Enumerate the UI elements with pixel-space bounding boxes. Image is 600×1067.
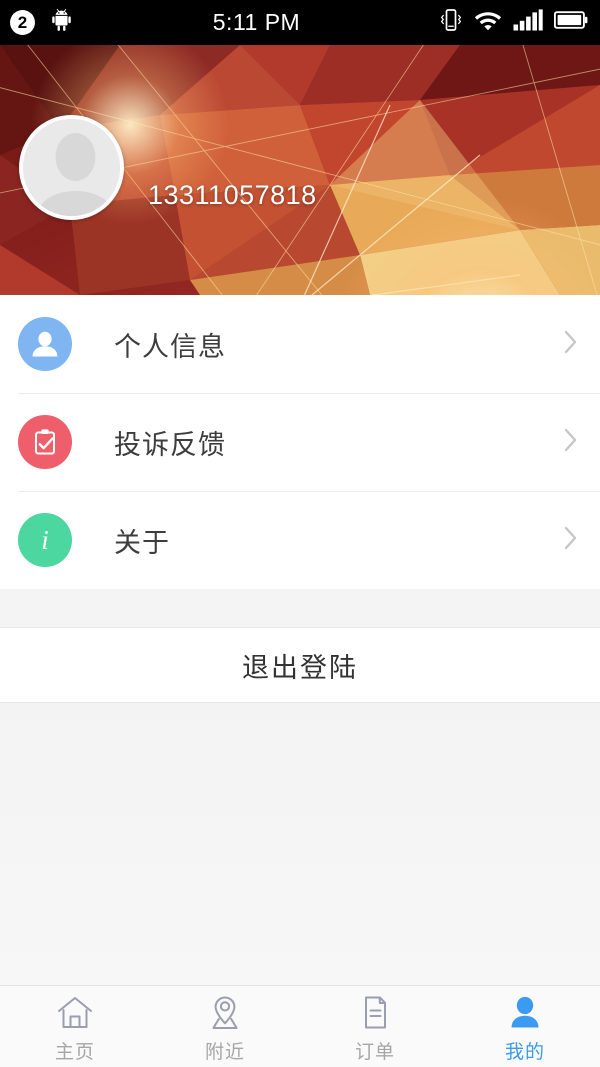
chevron-right-icon <box>560 521 582 560</box>
person-icon <box>18 317 72 371</box>
tab-mine[interactable]: 我的 <box>450 986 600 1067</box>
status-bar-right <box>439 7 600 38</box>
content-filler <box>0 704 600 985</box>
signal-icon <box>513 9 543 36</box>
settings-menu-list: 个人信息 投诉反馈 i 关于 <box>0 295 600 590</box>
phone-number: 13311057818 <box>148 180 317 210</box>
section-gap <box>0 589 600 627</box>
tab-home[interactable]: 主页 <box>0 986 150 1067</box>
info-icon: i <box>18 513 72 567</box>
status-bar-left: 2 <box>0 8 74 38</box>
clipboard-check-icon <box>18 415 72 469</box>
battery-icon <box>553 10 588 35</box>
location-pin-icon <box>212 996 238 1029</box>
profile-header: 13311057818 <box>0 45 600 295</box>
menu-item-label: 关于 <box>114 527 170 558</box>
menu-item-about[interactable]: i 关于 <box>0 491 600 589</box>
menu-item-personal-info[interactable]: 个人信息 <box>0 295 600 393</box>
menu-item-complaint-feedback[interactable]: 投诉反馈 <box>0 393 600 491</box>
document-icon <box>365 996 386 1028</box>
tab-label: 主页 <box>54 1041 95 1063</box>
chevron-right-icon <box>560 423 582 462</box>
person-filled-icon <box>511 996 539 1027</box>
android-robot-icon <box>49 8 74 38</box>
tab-label: 附近 <box>204 1041 245 1063</box>
tab-label: 订单 <box>354 1041 395 1063</box>
menu-item-label: 个人信息 <box>114 331 226 362</box>
tab-nearby[interactable]: 附近 <box>150 986 300 1067</box>
tab-label: 我的 <box>504 1041 545 1063</box>
wifi-icon <box>474 9 502 36</box>
avatar[interactable] <box>19 115 124 220</box>
menu-item-label: 投诉反馈 <box>114 429 226 460</box>
home-icon <box>55 994 95 1032</box>
tab-orders[interactable]: 订单 <box>300 986 450 1067</box>
svg-text:i: i <box>41 525 49 555</box>
vibrate-icon <box>439 7 463 38</box>
bottom-tab-bar: 主页 附近 订单 我的 <box>0 985 600 1067</box>
logout-button[interactable]: 退出登陆 <box>0 627 600 703</box>
status-bar-clock: 5:11 PM <box>212 9 301 35</box>
notification-count-badge: 2 <box>10 10 35 35</box>
chevron-right-icon <box>560 325 582 364</box>
status-bar: 2 5:11 PM <box>0 0 600 45</box>
